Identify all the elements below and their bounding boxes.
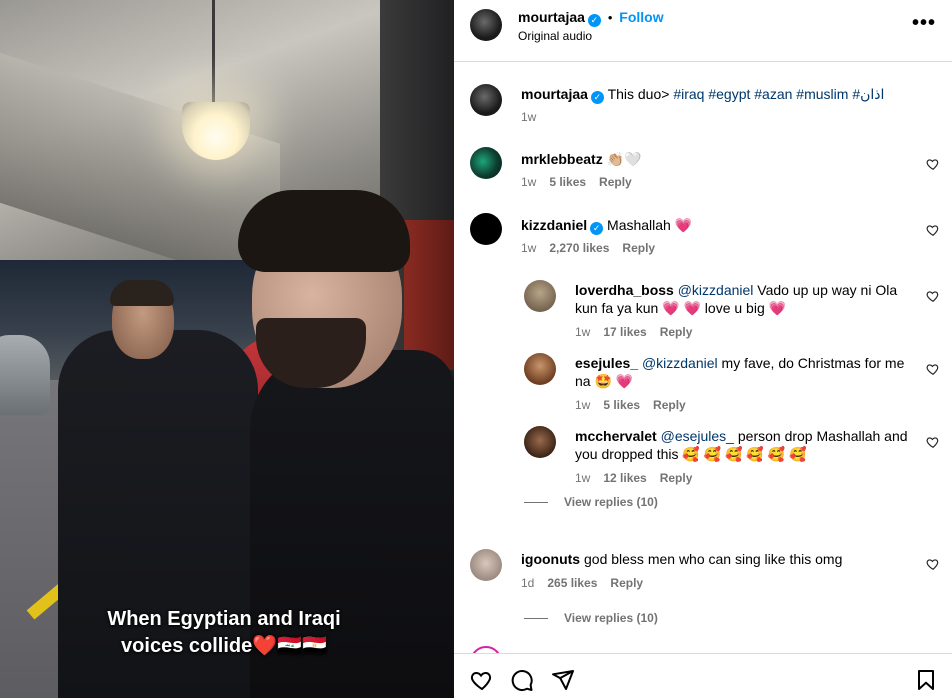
- view-replies-label: View replies (10): [564, 495, 658, 509]
- verified-badge-icon: ✓: [587, 14, 601, 27]
- action-bar: [454, 653, 952, 698]
- comment-likes[interactable]: 2,270 likes: [549, 241, 609, 255]
- comments-panel: mourtajaa ✓ • Follow Original audio ••• m…: [454, 0, 952, 698]
- comment-username[interactable]: kizzdaniel: [521, 217, 587, 233]
- caption-emoji: ❤️🇮🇶🇪🇬: [252, 635, 327, 657]
- header-username[interactable]: mourtajaa: [518, 9, 585, 25]
- comment-text: esejules_ @kizzdaniel my fave, do Christ…: [575, 354, 920, 390]
- reply-button[interactable]: Reply: [610, 576, 643, 590]
- comment-username[interactable]: mrklebbeatz: [521, 151, 603, 167]
- comment-likes[interactable]: 17 likes: [603, 325, 646, 339]
- heart-icon[interactable]: [926, 435, 940, 449]
- comment-likes[interactable]: 265 likes: [547, 576, 597, 590]
- heart-icon[interactable]: [926, 157, 940, 171]
- singer-right-hair: [238, 190, 410, 272]
- avatar[interactable]: [470, 84, 502, 116]
- grey-car: [0, 335, 50, 415]
- comment-username[interactable]: mcchervalet: [575, 428, 657, 444]
- comment-body: god bless men who can sing like this omg: [584, 551, 843, 567]
- red-pillar-band: [404, 220, 454, 370]
- video-caption-text: voices collide: [121, 635, 253, 657]
- comment-time: 1w: [521, 175, 537, 189]
- comment-mention[interactable]: @kizzdaniel: [678, 282, 754, 298]
- heart-icon[interactable]: [926, 289, 940, 303]
- reply-button[interactable]: Reply: [660, 325, 693, 339]
- avatar[interactable]: [524, 353, 556, 385]
- singer-left-hair: [110, 280, 174, 306]
- avatar[interactable]: [524, 280, 556, 312]
- caption-text: mourtajaa ✓ This duo> #iraq #egypt #azan …: [521, 85, 921, 104]
- video-caption-line2: voices collide❤️🇮🇶🇪🇬: [0, 633, 451, 658]
- bookmark-icon[interactable]: [914, 668, 938, 692]
- post-header: mourtajaa ✓ • Follow Original audio •••: [454, 0, 952, 62]
- comment-text: mcchervalet @esejules_ person drop Masha…: [575, 427, 915, 463]
- comment-text: igoonuts god bless men who can sing like…: [521, 550, 921, 568]
- follow-button[interactable]: Follow: [619, 9, 663, 25]
- verified-badge-icon: ✓: [590, 222, 604, 235]
- comment-text: kizzdaniel ✓ Mashallah 💗: [521, 216, 901, 235]
- comment-meta: 1w 12 likes Reply: [575, 471, 705, 485]
- avatar[interactable]: [524, 426, 556, 458]
- caption-hashtags[interactable]: #iraq #egypt #azan #muslim #اذان: [673, 86, 884, 102]
- comment-bubble-icon[interactable]: [510, 668, 534, 692]
- replies-divider: [524, 618, 548, 620]
- verified-badge-icon: ✓: [590, 91, 604, 104]
- caption-body: This duo>: [607, 86, 670, 102]
- comment-meta: 1w 2,270 likes Reply: [521, 241, 668, 255]
- heart-icon[interactable]: [926, 557, 940, 571]
- avatar[interactable]: [470, 9, 502, 41]
- reel-video[interactable]: When Egyptian and Iraqi voices collide❤️…: [0, 0, 454, 698]
- reply-button[interactable]: Reply: [599, 175, 632, 189]
- share-paper-plane-icon[interactable]: [551, 668, 575, 692]
- comment-text: mrklebbeatz 👏🏼🤍: [521, 150, 901, 168]
- comment-time: 1w: [521, 241, 537, 255]
- comment-time: 1w: [575, 325, 591, 339]
- comment-meta: 1w 17 likes Reply: [575, 325, 705, 339]
- comment-mention[interactable]: @esejules_: [661, 428, 734, 444]
- video-caption-line1: When Egyptian and Iraqi: [107, 608, 341, 630]
- comment-meta: 1d 265 likes Reply: [521, 576, 656, 590]
- view-replies-button[interactable]: View replies (10): [524, 495, 658, 509]
- comment-body: 👏🏼🤍: [606, 151, 642, 167]
- avatar[interactable]: [470, 147, 502, 179]
- heart-icon[interactable]: [926, 223, 940, 237]
- view-replies-button[interactable]: View replies (10): [524, 611, 658, 625]
- more-options-icon[interactable]: •••: [912, 12, 936, 35]
- like-heart-icon[interactable]: [470, 668, 494, 692]
- comment-username[interactable]: igoonuts: [521, 551, 580, 567]
- caption-time: 1w: [521, 110, 537, 124]
- replies-divider: [524, 502, 548, 504]
- comment-body: Mashallah 💗: [607, 217, 693, 233]
- caption-username[interactable]: mourtajaa: [521, 86, 588, 102]
- comment-username[interactable]: esejules_: [575, 355, 638, 371]
- view-replies-label: View replies (10): [564, 611, 658, 625]
- header-user-row: mourtajaa ✓ • Follow: [518, 9, 664, 27]
- avatar[interactable]: [470, 549, 502, 581]
- comment-meta: 1w 5 likes Reply: [521, 175, 645, 189]
- reply-button[interactable]: Reply: [622, 241, 655, 255]
- heart-icon[interactable]: [926, 362, 940, 376]
- reply-button[interactable]: Reply: [653, 398, 686, 412]
- reply-button[interactable]: Reply: [660, 471, 693, 485]
- lamp-cord: [212, 0, 215, 110]
- caption-meta: 1w: [521, 110, 549, 124]
- comment-time: 1d: [521, 576, 535, 590]
- comment-time: 1w: [575, 471, 591, 485]
- audio-label[interactable]: Original audio: [518, 29, 592, 43]
- separator-dot: •: [607, 10, 613, 25]
- comment-time: 1w: [575, 398, 591, 412]
- comment-likes[interactable]: 5 likes: [603, 398, 640, 412]
- comment-username[interactable]: loverdha_boss: [575, 282, 674, 298]
- comment-likes[interactable]: 12 likes: [603, 471, 646, 485]
- comment-text: loverdha_boss @kizzdaniel Vado up up way…: [575, 281, 915, 317]
- comment-meta: 1w 5 likes Reply: [575, 398, 699, 412]
- avatar[interactable]: [470, 213, 502, 245]
- comment-mention[interactable]: @kizzdaniel: [642, 355, 718, 371]
- comment-likes[interactable]: 5 likes: [549, 175, 586, 189]
